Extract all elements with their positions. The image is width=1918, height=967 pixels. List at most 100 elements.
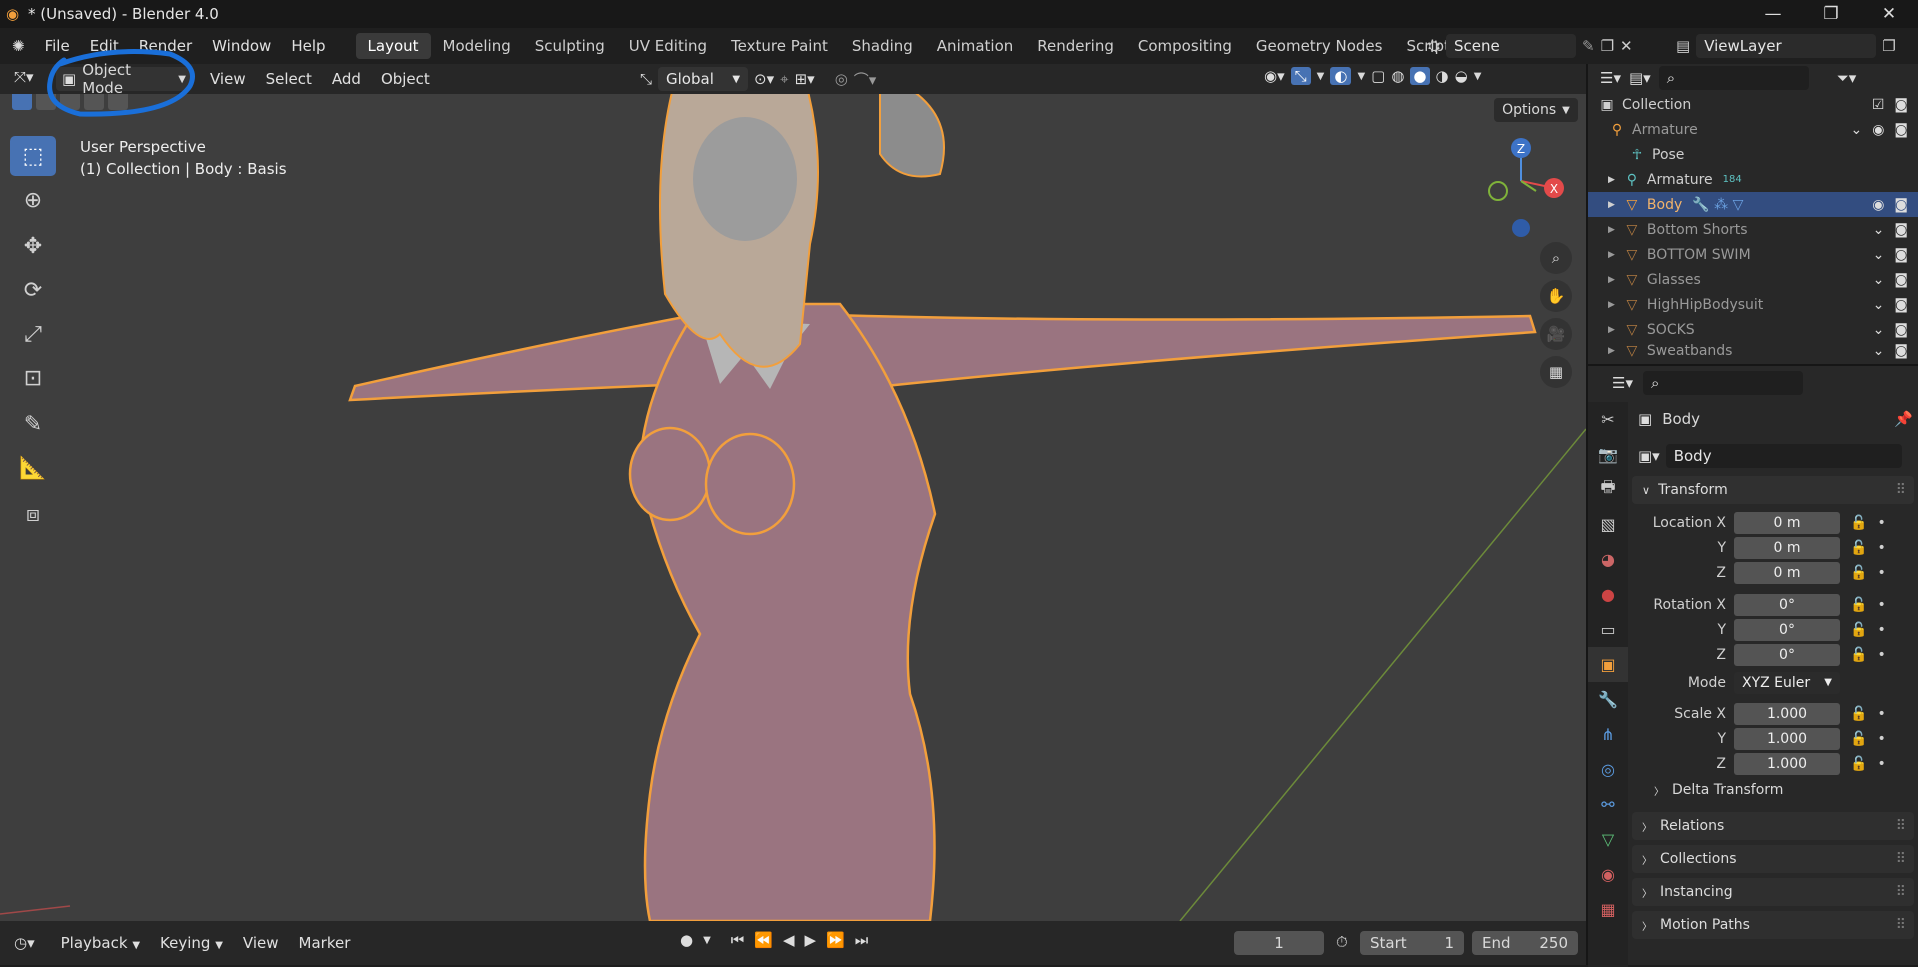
rotation-mode-dropdown[interactable]: XYZ Euler ▼ xyxy=(1734,671,1840,694)
chevron-down-icon[interactable]: ⌄ xyxy=(1873,343,1885,359)
particles-tab-icon[interactable]: ⋔ xyxy=(1588,717,1628,752)
visibility-icon[interactable]: ◉▾ xyxy=(1264,67,1285,85)
lock-icon[interactable]: 🔓 xyxy=(1850,706,1867,722)
tab-animation[interactable]: Animation xyxy=(925,33,1025,59)
xray-icon[interactable]: ▢ xyxy=(1371,67,1385,85)
record-dropdown-icon[interactable]: ▼ xyxy=(703,935,711,946)
pin-icon[interactable]: 📌 xyxy=(1894,410,1913,428)
properties-editor-icon[interactable]: ☰▾ xyxy=(1612,374,1633,392)
menu-file[interactable]: File xyxy=(35,37,80,55)
pan-hand-icon[interactable]: ✋ xyxy=(1540,280,1572,312)
options-dropdown[interactable]: Options ▼ xyxy=(1494,98,1578,122)
modifier-tab-icon[interactable]: 🔧 xyxy=(1588,682,1628,717)
keyframe-dot-icon[interactable]: • xyxy=(1877,540,1885,556)
prev-keyframe-icon[interactable]: ⏪ xyxy=(754,931,773,949)
camera-icon[interactable]: ◙ xyxy=(1894,322,1908,338)
menu-edit[interactable]: Edit xyxy=(80,37,129,55)
editor-type-icon[interactable]: ⤧▾ xyxy=(14,68,34,86)
location-y-field[interactable]: 0 m xyxy=(1734,536,1840,559)
play-icon[interactable]: ▶ xyxy=(805,931,817,949)
collection-tab-icon[interactable]: ▭ xyxy=(1588,612,1628,647)
timeline-menu-playback[interactable]: Playback ▼ xyxy=(51,934,150,952)
material-tab-icon[interactable]: ◉ xyxy=(1588,857,1628,892)
location-z-field[interactable]: 0 m xyxy=(1734,561,1840,584)
output-tab-icon[interactable]: 🖶 xyxy=(1588,472,1628,507)
end-frame-field[interactable]: End 250 xyxy=(1472,931,1578,955)
current-frame-field[interactable]: 1 xyxy=(1234,931,1324,955)
chevron-down-icon[interactable]: ⌄ xyxy=(1873,247,1885,263)
proportional-edit-icon[interactable]: ◎ xyxy=(835,70,848,88)
navigation-gizmo[interactable]: Z X xyxy=(1476,136,1566,246)
blender-menu-icon[interactable]: ✺ xyxy=(12,37,25,55)
expand-arrow-icon[interactable]: ▶ xyxy=(1608,275,1615,285)
keyframe-dot-icon[interactable]: • xyxy=(1877,597,1885,613)
pivot-icon[interactable]: ⊙▾ xyxy=(754,70,774,88)
outliner-search-input[interactable]: ⌕ xyxy=(1658,66,1809,90)
record-icon[interactable]: ● xyxy=(680,931,693,949)
new-view-layer-icon[interactable]: ❐ xyxy=(1882,37,1895,55)
lock-icon[interactable]: 🔓 xyxy=(1850,515,1867,531)
camera-icon[interactable]: ◙ xyxy=(1894,222,1908,238)
falloff-icon[interactable]: ⌒▾ xyxy=(854,69,877,90)
rotation-x-field[interactable]: 0° xyxy=(1734,593,1840,616)
timeline-editor-icon[interactable]: ◷▾ xyxy=(14,934,35,952)
shading-dropdown-icon[interactable]: ▼ xyxy=(1474,71,1482,82)
data-tab-icon[interactable]: ▽ xyxy=(1588,822,1628,857)
filter-icon[interactable]: ⏷▾ xyxy=(1837,69,1857,87)
menu-help[interactable]: Help xyxy=(281,37,335,55)
display-mode-icon[interactable]: ▤▾ xyxy=(1629,69,1651,87)
select-intersect-icon[interactable] xyxy=(108,94,128,110)
move-tool-icon[interactable]: ✥ xyxy=(10,226,56,266)
snap-target-icon[interactable]: ⊞▾ xyxy=(795,70,815,88)
object-mode-dropdown[interactable]: ▣ Object Mode ▼ xyxy=(56,61,192,97)
tab-uv-editing[interactable]: UV Editing xyxy=(617,33,719,59)
tab-compositing[interactable]: Compositing xyxy=(1126,33,1244,59)
view-layer-icon[interactable]: ▤ xyxy=(1676,37,1690,55)
viewport-menu-view[interactable]: View xyxy=(200,70,256,88)
add-cube-tool-icon[interactable]: ⧈ xyxy=(10,494,56,534)
expand-arrow-icon[interactable]: ▶ xyxy=(1608,225,1615,235)
tab-texture-paint[interactable]: Texture Paint xyxy=(719,33,840,59)
scale-x-field[interactable]: 1.000 xyxy=(1734,702,1840,725)
chevron-down-icon[interactable]: ⌄ xyxy=(1873,222,1885,238)
transform-tool-icon[interactable]: ⊡ xyxy=(10,358,56,398)
select-extend-icon[interactable] xyxy=(36,94,56,110)
scene-field[interactable]: Scene xyxy=(1446,34,1577,58)
tab-geometry-nodes[interactable]: Geometry Nodes xyxy=(1244,33,1395,59)
scene-tab-icon[interactable]: ◕ xyxy=(1588,542,1628,577)
camera-icon[interactable]: ◙ xyxy=(1894,122,1908,138)
tab-sculpting[interactable]: Sculpting xyxy=(523,33,617,59)
relations-panel-header[interactable]: 〉 Relations ⠿ xyxy=(1632,812,1914,840)
outliner-row-highhipbodysuit[interactable]: ▶ ▽ HighHipBodysuit ⌄ ◙ xyxy=(1588,292,1918,317)
outliner-row-socks[interactable]: ▶ ▽ SOCKS ⌄ ◙ xyxy=(1588,317,1918,342)
eye-icon[interactable]: ◉ xyxy=(1872,197,1884,213)
snap-icon[interactable]: ⌖ xyxy=(780,70,788,88)
material-shading-icon[interactable]: ◑ xyxy=(1436,67,1449,85)
rotation-z-field[interactable]: 0° xyxy=(1734,643,1840,666)
solid-shading-icon[interactable]: ● xyxy=(1410,67,1430,85)
timeline-menu-marker[interactable]: Marker xyxy=(289,934,361,952)
camera-icon[interactable]: ◙ xyxy=(1894,247,1908,263)
object-name-field[interactable]: Body xyxy=(1665,444,1902,468)
close-window-button[interactable]: ✕ xyxy=(1860,0,1918,28)
keyframe-dot-icon[interactable]: • xyxy=(1877,647,1885,663)
camera-view-icon[interactable]: 🎥 xyxy=(1540,318,1572,350)
lock-icon[interactable]: 🔓 xyxy=(1850,565,1867,581)
eye-icon[interactable]: ◉ xyxy=(1872,122,1884,138)
keyframe-dot-icon[interactable]: • xyxy=(1877,515,1885,531)
lock-icon[interactable]: 🔓 xyxy=(1850,540,1867,556)
delete-scene-icon[interactable]: ✕ xyxy=(1620,37,1633,55)
minimize-button[interactable]: — xyxy=(1744,0,1802,28)
outliner-row-body[interactable]: ▶ ▽ Body 🔧 ⁂ ▽ ◉ ◙ xyxy=(1588,192,1918,217)
lock-icon[interactable]: 🔓 xyxy=(1850,756,1867,772)
outliner-row-armature-data[interactable]: ▶ ⚲ Armature 184 xyxy=(1588,167,1918,192)
drag-handle-icon[interactable]: ⠿ xyxy=(1896,482,1906,498)
scale-y-field[interactable]: 1.000 xyxy=(1734,727,1840,750)
viewport-menu-add[interactable]: Add xyxy=(322,70,371,88)
keyframe-dot-icon[interactable]: • xyxy=(1877,731,1885,747)
chevron-down-icon[interactable]: ⌄ xyxy=(1873,322,1885,338)
select-new-icon[interactable] xyxy=(12,94,32,110)
next-keyframe-icon[interactable]: ⏩ xyxy=(826,931,845,949)
expand-arrow-icon[interactable]: ▶ xyxy=(1608,175,1615,185)
tool-tab-icon[interactable]: ✂ xyxy=(1588,402,1628,437)
